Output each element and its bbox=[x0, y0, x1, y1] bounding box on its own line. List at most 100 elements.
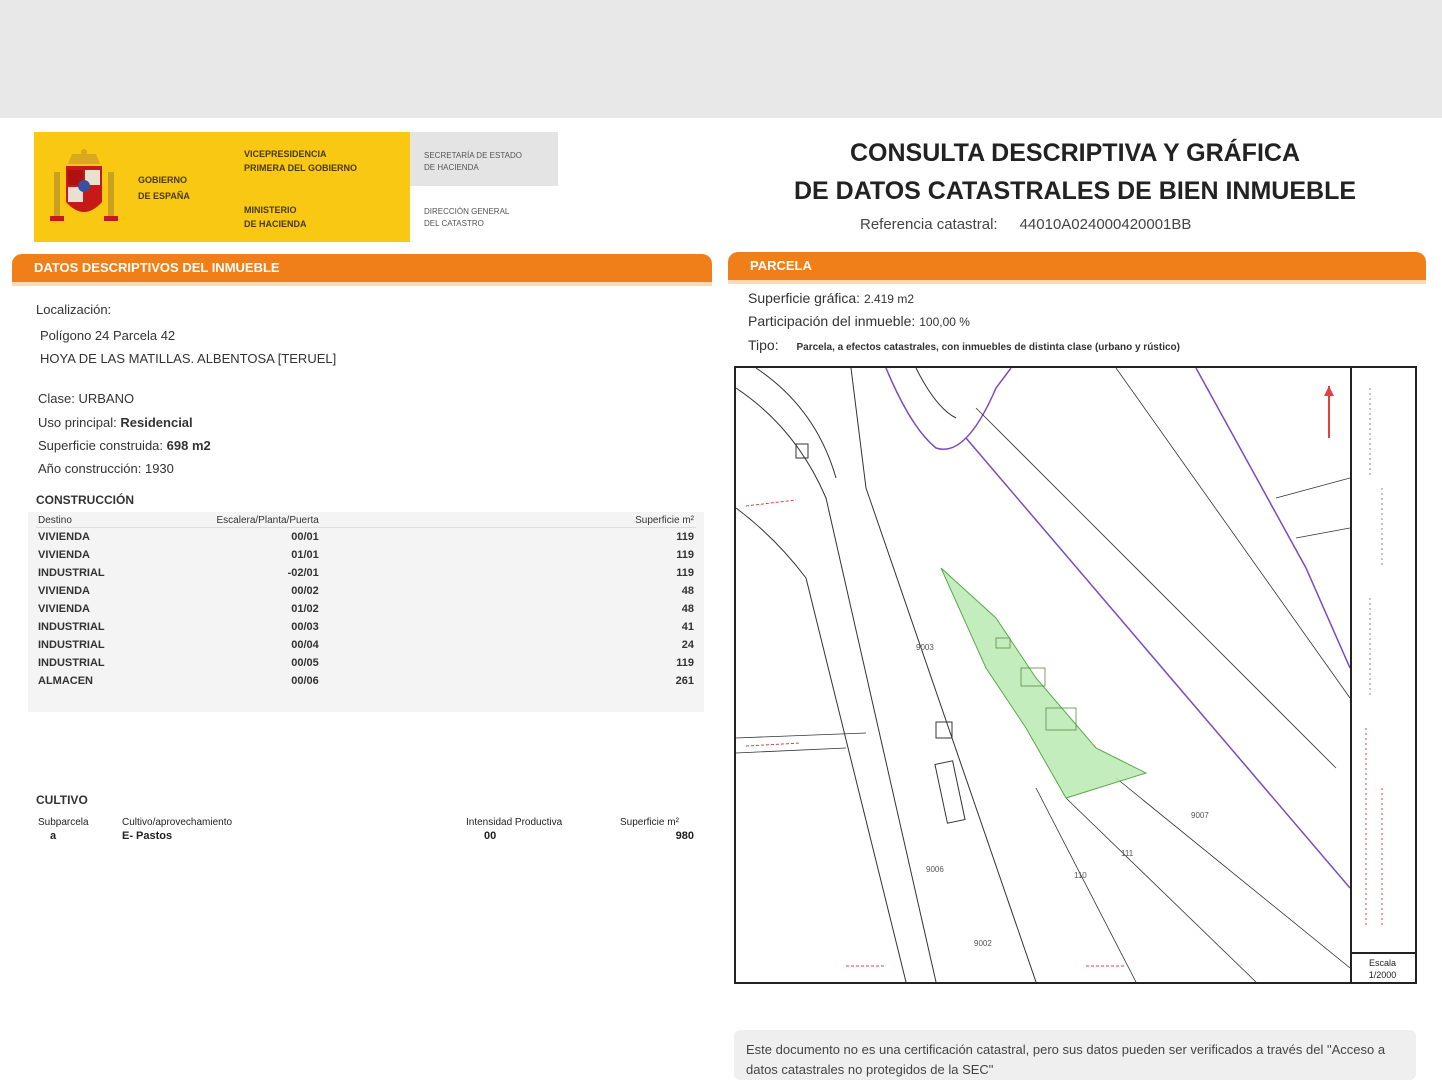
ano-label: Año construcción: bbox=[38, 461, 142, 476]
vice-line2: PRIMERA DEL GOBIERNO bbox=[244, 163, 358, 173]
min-line1: MINISTERIO bbox=[244, 205, 297, 215]
dir-line2: DEL CATASTRO bbox=[424, 219, 484, 228]
superficie-cell: 48 bbox=[681, 585, 694, 597]
tipo-row: Tipo: Parcela, a efectos catastrales, co… bbox=[748, 337, 1180, 353]
col-superficie: Superficie m² bbox=[618, 514, 696, 528]
uso-value: Residencial bbox=[120, 415, 193, 430]
cultivo-table: Subparcela Cultivo/aprovechamiento Inten… bbox=[36, 816, 696, 843]
destino-cell: ALMACEN bbox=[38, 675, 93, 687]
participacion-label: Participación del inmueble: bbox=[748, 313, 916, 329]
planta-cell: 00/04 bbox=[291, 639, 319, 651]
document-title: CONSULTA DESCRIPTIVA Y GRÁFICA DE DATOS … bbox=[760, 134, 1390, 210]
superficie-cell: 48 bbox=[681, 603, 694, 615]
localizacion-label: Localización: bbox=[36, 302, 112, 317]
planta-cell: 01/02 bbox=[291, 603, 319, 615]
map-legend-strip bbox=[1350, 368, 1415, 982]
map-label-5: 9007 bbox=[1191, 811, 1209, 820]
sec-line1: SECRETARÍA DE ESTADO bbox=[424, 151, 522, 160]
participacion-row: Participación del inmueble: 100,00 % bbox=[748, 313, 970, 329]
destino-cell: VIVIENDA bbox=[38, 585, 90, 597]
sup-value: 698 m2 bbox=[166, 438, 211, 453]
ano-row: Año construcción: 1930 bbox=[38, 461, 174, 476]
vice-line1: VICEPRESIDENCIA bbox=[244, 149, 327, 159]
gov-line1: GOBIERNO bbox=[138, 175, 188, 185]
address-line1: Polígono 24 Parcela 42 bbox=[40, 328, 176, 343]
coat-of-arms-icon bbox=[50, 149, 118, 221]
col-destino: Destino bbox=[36, 514, 123, 528]
sup-label: Superficie construida: bbox=[38, 438, 164, 453]
col-superficie-cultivo: Superficie m² bbox=[620, 817, 679, 828]
superficie-value: 2.419 m2 bbox=[863, 292, 914, 306]
scale-label: Escala bbox=[1368, 958, 1396, 968]
col-cultivo: Cultivo/aprovechamiento bbox=[122, 817, 233, 828]
superficie-cell: 24 bbox=[681, 639, 694, 651]
title-line1: CONSULTA DESCRIPTIVA Y GRÁFICA bbox=[849, 139, 1301, 167]
construccion-row: INDUSTRIAL -02/01 119 bbox=[36, 564, 696, 582]
clase-label: Clase: bbox=[38, 391, 75, 406]
map-label-1: 110 bbox=[1074, 871, 1087, 880]
planta-cell: -02/01 bbox=[287, 567, 319, 579]
superficie-cell: 119 bbox=[676, 657, 694, 669]
construccion-title: CONSTRUCCIÓN bbox=[36, 493, 134, 507]
destino-cell: VIVIENDA bbox=[38, 531, 90, 543]
planta-cell: 00/01 bbox=[291, 531, 319, 543]
construccion-table: Destino Escalera/Planta/Puerta Superfici… bbox=[36, 514, 696, 690]
address-line2: HOYA DE LAS MATILLAS. ALBENTOSA [TERUEL] bbox=[40, 351, 337, 366]
legend-marks bbox=[1365, 388, 1383, 928]
construccion-row: VIVIENDA 00/01 119 bbox=[36, 528, 696, 547]
scale-value: 1/2000 bbox=[1368, 970, 1397, 980]
min-line2: DE HACIENDA bbox=[244, 219, 307, 229]
planta-cell: 00/02 bbox=[291, 585, 319, 597]
clase-value: URBANO bbox=[78, 391, 135, 406]
dir-line1: DIRECCIÓN GENERAL bbox=[424, 207, 510, 216]
superficie-cell: 119 bbox=[676, 567, 694, 579]
col-planta: Escalera/Planta/Puerta bbox=[122, 514, 619, 528]
col-subparcela: Subparcela bbox=[38, 817, 89, 828]
planta-cell: 00/05 bbox=[291, 657, 319, 669]
superficie-cultivo-cell: 980 bbox=[675, 830, 694, 842]
destino-cell: INDUSTRIAL bbox=[38, 567, 105, 579]
cadastral-map[interactable]: 9003 110 9002 111 9006 9007 bbox=[734, 366, 1417, 984]
subparcela-cell: a bbox=[50, 830, 57, 842]
construccion-header-row: Destino Escalera/Planta/Puerta Superfici… bbox=[36, 514, 696, 528]
sec-line2: DE HACIENDA bbox=[424, 163, 479, 172]
destino-cell: VIVIENDA bbox=[38, 549, 90, 561]
gobierno-logo-block: GOBIERNO DE ESPAÑA VICEPRESIDENCIA PRIME… bbox=[34, 132, 410, 242]
construccion-row: VIVIENDA 01/02 48 bbox=[36, 600, 696, 618]
cultivo-row: a E- Pastos 00 980 bbox=[36, 829, 696, 843]
superficie-cell: 41 bbox=[681, 621, 694, 633]
superficie-cell: 261 bbox=[675, 675, 694, 687]
map-label-2: 9002 bbox=[974, 939, 992, 948]
construccion-row: VIVIENDA 00/02 48 bbox=[36, 582, 696, 600]
cultivo-cell: E- Pastos bbox=[122, 830, 173, 842]
referencia-catastral: Referencia catastral: 44010A024000420001B… bbox=[860, 216, 1191, 233]
destino-cell: VIVIENDA bbox=[38, 603, 90, 615]
map-drawing: 9003 110 9002 111 9006 9007 bbox=[736, 368, 1350, 982]
construccion-row: ALMACEN 00/06 261 bbox=[36, 672, 696, 690]
title-line2: DE DATOS CATASTRALES DE BIEN INMUEBLE bbox=[793, 177, 1357, 205]
destino-cell: INDUSTRIAL bbox=[38, 639, 105, 651]
ref-label: Referencia catastral: bbox=[860, 216, 998, 233]
clase-row: Clase: URBANO bbox=[38, 391, 134, 406]
disclaimer-note: Este documento no es una certificación c… bbox=[734, 1030, 1416, 1080]
superficie-label: Superficie gráfica: bbox=[748, 290, 861, 306]
destino-cell: INDUSTRIAL bbox=[38, 657, 105, 669]
construccion-row: INDUSTRIAL 00/03 41 bbox=[36, 618, 696, 636]
superficie-cell: 119 bbox=[676, 531, 694, 543]
participacion-value: 100,00 % bbox=[919, 315, 970, 329]
section-datos-descriptivos: DATOS DESCRIPTIVOS DEL INMUEBLE bbox=[12, 254, 712, 286]
construccion-row: INDUSTRIAL 00/04 24 bbox=[36, 636, 696, 654]
secretaria-block: SECRETARÍA DE ESTADO DE HACIENDA bbox=[410, 132, 558, 186]
ano-value: 1930 bbox=[144, 461, 174, 476]
cultivo-header-row: Subparcela Cultivo/aprovechamiento Inten… bbox=[36, 816, 696, 829]
superficie-row: Superficie construida: 698 m2 bbox=[38, 438, 211, 453]
map-scale: Escala 1/2000 bbox=[1350, 952, 1415, 982]
uso-label: Uso principal: bbox=[38, 415, 117, 430]
section-parcela: PARCELA bbox=[728, 252, 1426, 284]
intensidad-cell: 00 bbox=[484, 830, 497, 842]
ref-value: 44010A024000420001BB bbox=[1019, 216, 1192, 233]
tipo-value: Parcela, a efectos catastrales, con inmu… bbox=[796, 342, 1180, 353]
superficie-grafica-row: Superficie gráfica: 2.419 m2 bbox=[748, 290, 914, 306]
construccion-row: VIVIENDA 01/01 119 bbox=[36, 546, 696, 564]
destino-cell: INDUSTRIAL bbox=[38, 621, 105, 633]
